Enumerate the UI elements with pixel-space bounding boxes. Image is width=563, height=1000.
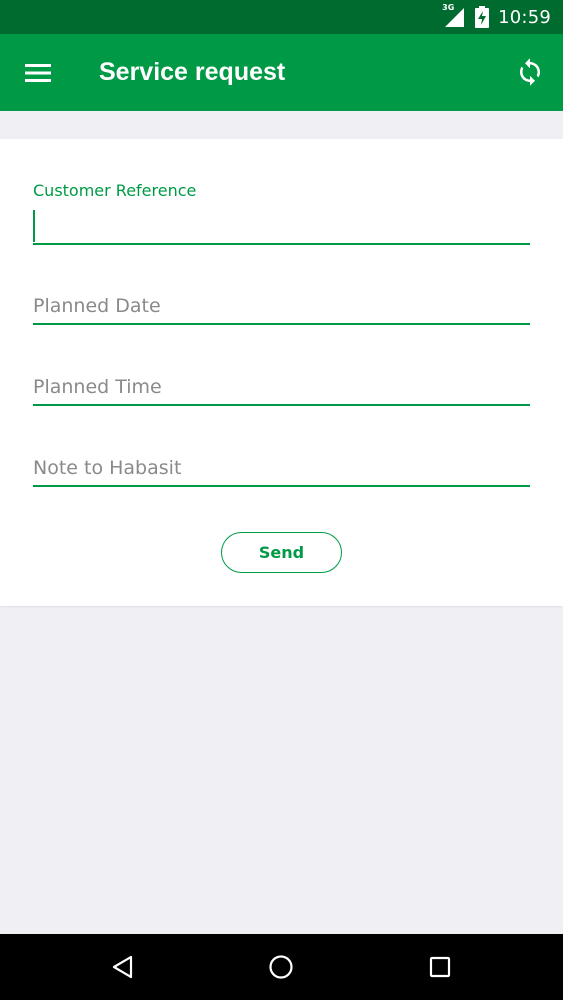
planned-date-field bbox=[33, 289, 530, 325]
note-input[interactable] bbox=[33, 453, 530, 483]
send-button[interactable]: Send bbox=[221, 532, 342, 573]
battery-icon bbox=[475, 6, 490, 28]
status-bar: 3G 10:59 bbox=[0, 0, 563, 34]
note-field bbox=[33, 451, 530, 487]
signal-icon bbox=[445, 8, 465, 27]
planned-date-input[interactable] bbox=[33, 291, 530, 321]
note-underline bbox=[33, 485, 530, 487]
refresh-button[interactable] bbox=[514, 56, 546, 88]
app-bar: Service request bbox=[0, 34, 563, 111]
text-caret bbox=[33, 210, 35, 242]
planned-time-input[interactable] bbox=[33, 372, 530, 402]
customer-reference-field: Customer Reference bbox=[33, 181, 530, 245]
planned-date-underline bbox=[33, 323, 530, 325]
back-button[interactable] bbox=[107, 951, 139, 983]
home-button[interactable] bbox=[265, 951, 297, 983]
customer-reference-label: Customer Reference bbox=[33, 181, 197, 200]
page-title: Service request bbox=[99, 58, 286, 86]
planned-time-underline bbox=[33, 404, 530, 406]
refresh-icon bbox=[520, 58, 540, 86]
menu-button[interactable] bbox=[23, 59, 53, 87]
planned-time-field bbox=[33, 370, 530, 406]
customer-reference-input[interactable] bbox=[33, 211, 530, 243]
status-indicators: 3G 10:59 bbox=[442, 0, 551, 34]
menu-icon bbox=[25, 64, 51, 82]
navigation-bar bbox=[0, 934, 563, 1000]
back-icon bbox=[112, 955, 133, 979]
home-icon bbox=[269, 955, 293, 979]
recents-icon bbox=[429, 956, 451, 978]
recents-button[interactable] bbox=[424, 951, 456, 983]
signal-indicator: 3G bbox=[442, 3, 466, 29]
customer-reference-underline bbox=[33, 243, 530, 245]
service-request-form: Customer Reference Send bbox=[0, 139, 563, 606]
status-time: 10:59 bbox=[498, 6, 551, 28]
